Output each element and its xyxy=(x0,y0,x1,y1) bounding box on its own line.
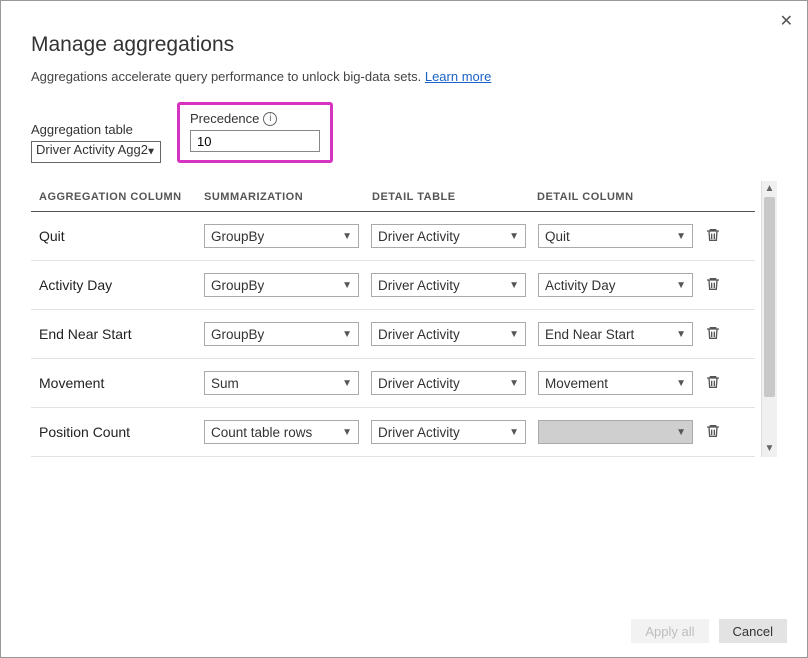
scroll-up-icon[interactable]: ▲ xyxy=(762,181,777,197)
dialog-title: Manage aggregations xyxy=(31,33,777,57)
aggregation-column-name: End Near Start xyxy=(39,326,204,342)
close-icon[interactable]: ✕ xyxy=(780,11,793,31)
chevron-down-icon: ▼ xyxy=(342,378,352,389)
dialog-subtitle: Aggregations accelerate query performanc… xyxy=(31,69,777,84)
delete-icon[interactable] xyxy=(705,374,723,392)
subtitle-text: Aggregations accelerate query performanc… xyxy=(31,69,425,84)
summarization-select[interactable]: Sum▼ xyxy=(204,371,359,395)
delete-icon[interactable] xyxy=(705,423,723,441)
scroll-thumb[interactable] xyxy=(764,197,775,397)
detail-table-select[interactable]: Driver Activity▼ xyxy=(371,371,526,395)
detail-column-select[interactable]: End Near Start▼ xyxy=(538,322,693,346)
detail-table-select[interactable]: Driver Activity▼ xyxy=(371,273,526,297)
aggregation-column-name: Position Count xyxy=(39,424,204,440)
detail-table-select[interactable]: Driver Activity▼ xyxy=(371,420,526,444)
detail-column-select[interactable]: Quit▼ xyxy=(538,224,693,248)
header-aggregation-column: AGGREGATION COLUMN xyxy=(39,191,204,203)
aggregations-table: AGGREGATION COLUMN SUMMARIZATION DETAIL … xyxy=(31,181,755,457)
chevron-down-icon: ▼ xyxy=(342,329,352,340)
aggregation-column-name: Activity Day xyxy=(39,277,204,293)
delete-icon[interactable] xyxy=(705,276,723,294)
aggregation-table-value: Driver Activity Agg2 xyxy=(36,142,148,157)
chevron-down-icon: ▼ xyxy=(676,280,686,291)
chevron-down-icon: ▼ xyxy=(509,329,519,340)
table-row: End Near StartGroupBy▼ Driver Activity▼ En… xyxy=(31,310,755,359)
delete-icon[interactable] xyxy=(705,325,723,343)
aggregation-table-label: Aggregation table xyxy=(31,122,161,137)
summarization-select[interactable]: Count table rows▼ xyxy=(204,420,359,444)
aggregation-column-name: Movement xyxy=(39,375,204,391)
summarization-select[interactable]: GroupBy▼ xyxy=(204,322,359,346)
detail-column-select[interactable]: Activity Day▼ xyxy=(538,273,693,297)
scrollbar[interactable]: ▲ ▼ xyxy=(761,181,777,457)
header-detail-column: DETAIL COLUMN xyxy=(537,191,697,203)
table-row: Position CountCount table rows▼ Driver Ac… xyxy=(31,408,755,457)
chevron-down-icon: ▼ xyxy=(146,147,156,158)
chevron-down-icon: ▼ xyxy=(509,427,519,438)
precedence-highlight-box: Precedence i xyxy=(177,102,333,163)
detail-table-select[interactable]: Driver Activity▼ xyxy=(371,224,526,248)
chevron-down-icon: ▼ xyxy=(342,280,352,291)
manage-aggregations-dialog: Manage aggregations Aggregations acceler… xyxy=(1,1,807,457)
chevron-down-icon: ▼ xyxy=(676,329,686,340)
chevron-down-icon: ▼ xyxy=(676,231,686,242)
summarization-select[interactable]: GroupBy▼ xyxy=(204,224,359,248)
chevron-down-icon: ▼ xyxy=(509,280,519,291)
header-summarization: SUMMARIZATION xyxy=(204,191,372,203)
table-row: MovementSum▼ Driver Activity▼ Movement▼ xyxy=(31,359,755,408)
chevron-down-icon: ▼ xyxy=(509,231,519,242)
chevron-down-icon: ▼ xyxy=(342,231,352,242)
delete-icon[interactable] xyxy=(705,227,723,245)
aggregation-table-select[interactable]: Driver Activity Agg2 ▼ xyxy=(31,141,161,163)
apply-all-button[interactable]: Apply all xyxy=(631,619,708,643)
table-row: Activity DayGroupBy▼ Driver Activity▼ Acti… xyxy=(31,261,755,310)
detail-table-select[interactable]: Driver Activity▼ xyxy=(371,322,526,346)
detail-column-select[interactable]: Movement▼ xyxy=(538,371,693,395)
precedence-input[interactable] xyxy=(190,130,320,152)
chevron-down-icon: ▼ xyxy=(509,378,519,389)
chevron-down-icon: ▼ xyxy=(676,378,686,389)
aggregation-column-name: Quit xyxy=(39,228,204,244)
summarization-select[interactable]: GroupBy▼ xyxy=(204,273,359,297)
table-row: QuitGroupBy▼ Driver Activity▼ Quit▼ xyxy=(31,212,755,261)
precedence-label: Precedence xyxy=(190,111,259,126)
learn-more-link[interactable]: Learn more xyxy=(425,69,491,84)
info-icon[interactable]: i xyxy=(263,112,277,126)
chevron-down-icon: ▼ xyxy=(676,427,686,438)
detail-column-select: ▼ xyxy=(538,420,693,444)
header-detail-table: DETAIL TABLE xyxy=(372,191,537,203)
chevron-down-icon: ▼ xyxy=(342,427,352,438)
cancel-button[interactable]: Cancel xyxy=(719,619,787,643)
scroll-down-icon[interactable]: ▼ xyxy=(762,441,777,457)
